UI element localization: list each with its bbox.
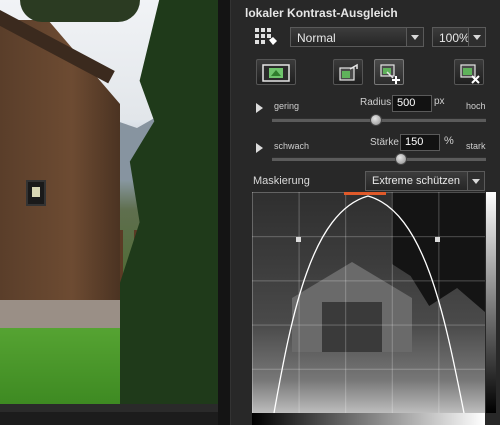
mask-label: Maskierung xyxy=(253,175,310,187)
photo-preview xyxy=(0,0,218,404)
mask-frame-icon xyxy=(262,64,290,82)
radius-unit: px xyxy=(434,96,445,107)
add-layer-icon xyxy=(380,64,400,84)
chevron-down-icon xyxy=(468,28,485,46)
strength-label: Stärke xyxy=(370,137,399,148)
overhanging-leaves xyxy=(20,0,140,22)
radius-left-label: gering xyxy=(274,101,300,111)
radius-expand-icon[interactable] xyxy=(256,103,263,113)
grid-icon[interactable] xyxy=(253,26,281,46)
strength-left-label: schwach xyxy=(274,141,310,151)
curve-point[interactable] xyxy=(296,237,301,242)
opacity-select[interactable]: 100% xyxy=(432,27,486,47)
curve-top-marker xyxy=(344,192,386,195)
panel-divider[interactable] xyxy=(218,0,231,425)
opacity-value: 100% xyxy=(439,31,470,45)
blend-mode-select[interactable]: Normal xyxy=(290,27,424,47)
chevron-down-icon xyxy=(467,172,484,190)
mask-gradient-bar xyxy=(252,413,485,425)
curve-point[interactable] xyxy=(435,237,440,242)
radius-right-label: hoch xyxy=(466,101,486,111)
mask-curve-editor[interactable] xyxy=(252,192,485,413)
mask-curve[interactable] xyxy=(273,195,465,413)
photo-scrollbar[interactable] xyxy=(0,404,218,412)
radius-label: Radius xyxy=(360,97,392,108)
chevron-down-icon xyxy=(406,28,423,46)
blend-mode-value: Normal xyxy=(297,31,336,45)
strength-input[interactable]: 150 xyxy=(400,134,440,151)
radius-slider-handle[interactable] xyxy=(369,114,382,126)
lantern xyxy=(26,180,46,206)
strength-expand-icon[interactable] xyxy=(256,143,263,153)
panel-title: lokaler Kontrast-Ausgleich xyxy=(245,6,398,20)
strength-right-label: stark xyxy=(466,141,486,151)
radius-input[interactable]: 500 xyxy=(392,95,432,112)
delete-layer-button[interactable] xyxy=(454,59,484,85)
strength-unit: % xyxy=(444,135,454,147)
export-button[interactable] xyxy=(333,59,363,85)
delete-layer-icon xyxy=(460,64,480,84)
mask-frame-button[interactable] xyxy=(256,59,296,85)
mask-preset-value: Extreme schützen xyxy=(372,175,461,187)
strength-slider-track[interactable] xyxy=(272,157,486,161)
add-layer-button[interactable] xyxy=(374,59,404,85)
export-icon xyxy=(339,63,358,81)
mask-vertical-gradient xyxy=(486,192,496,413)
mask-preset-select[interactable]: Extreme schützen xyxy=(365,171,485,191)
